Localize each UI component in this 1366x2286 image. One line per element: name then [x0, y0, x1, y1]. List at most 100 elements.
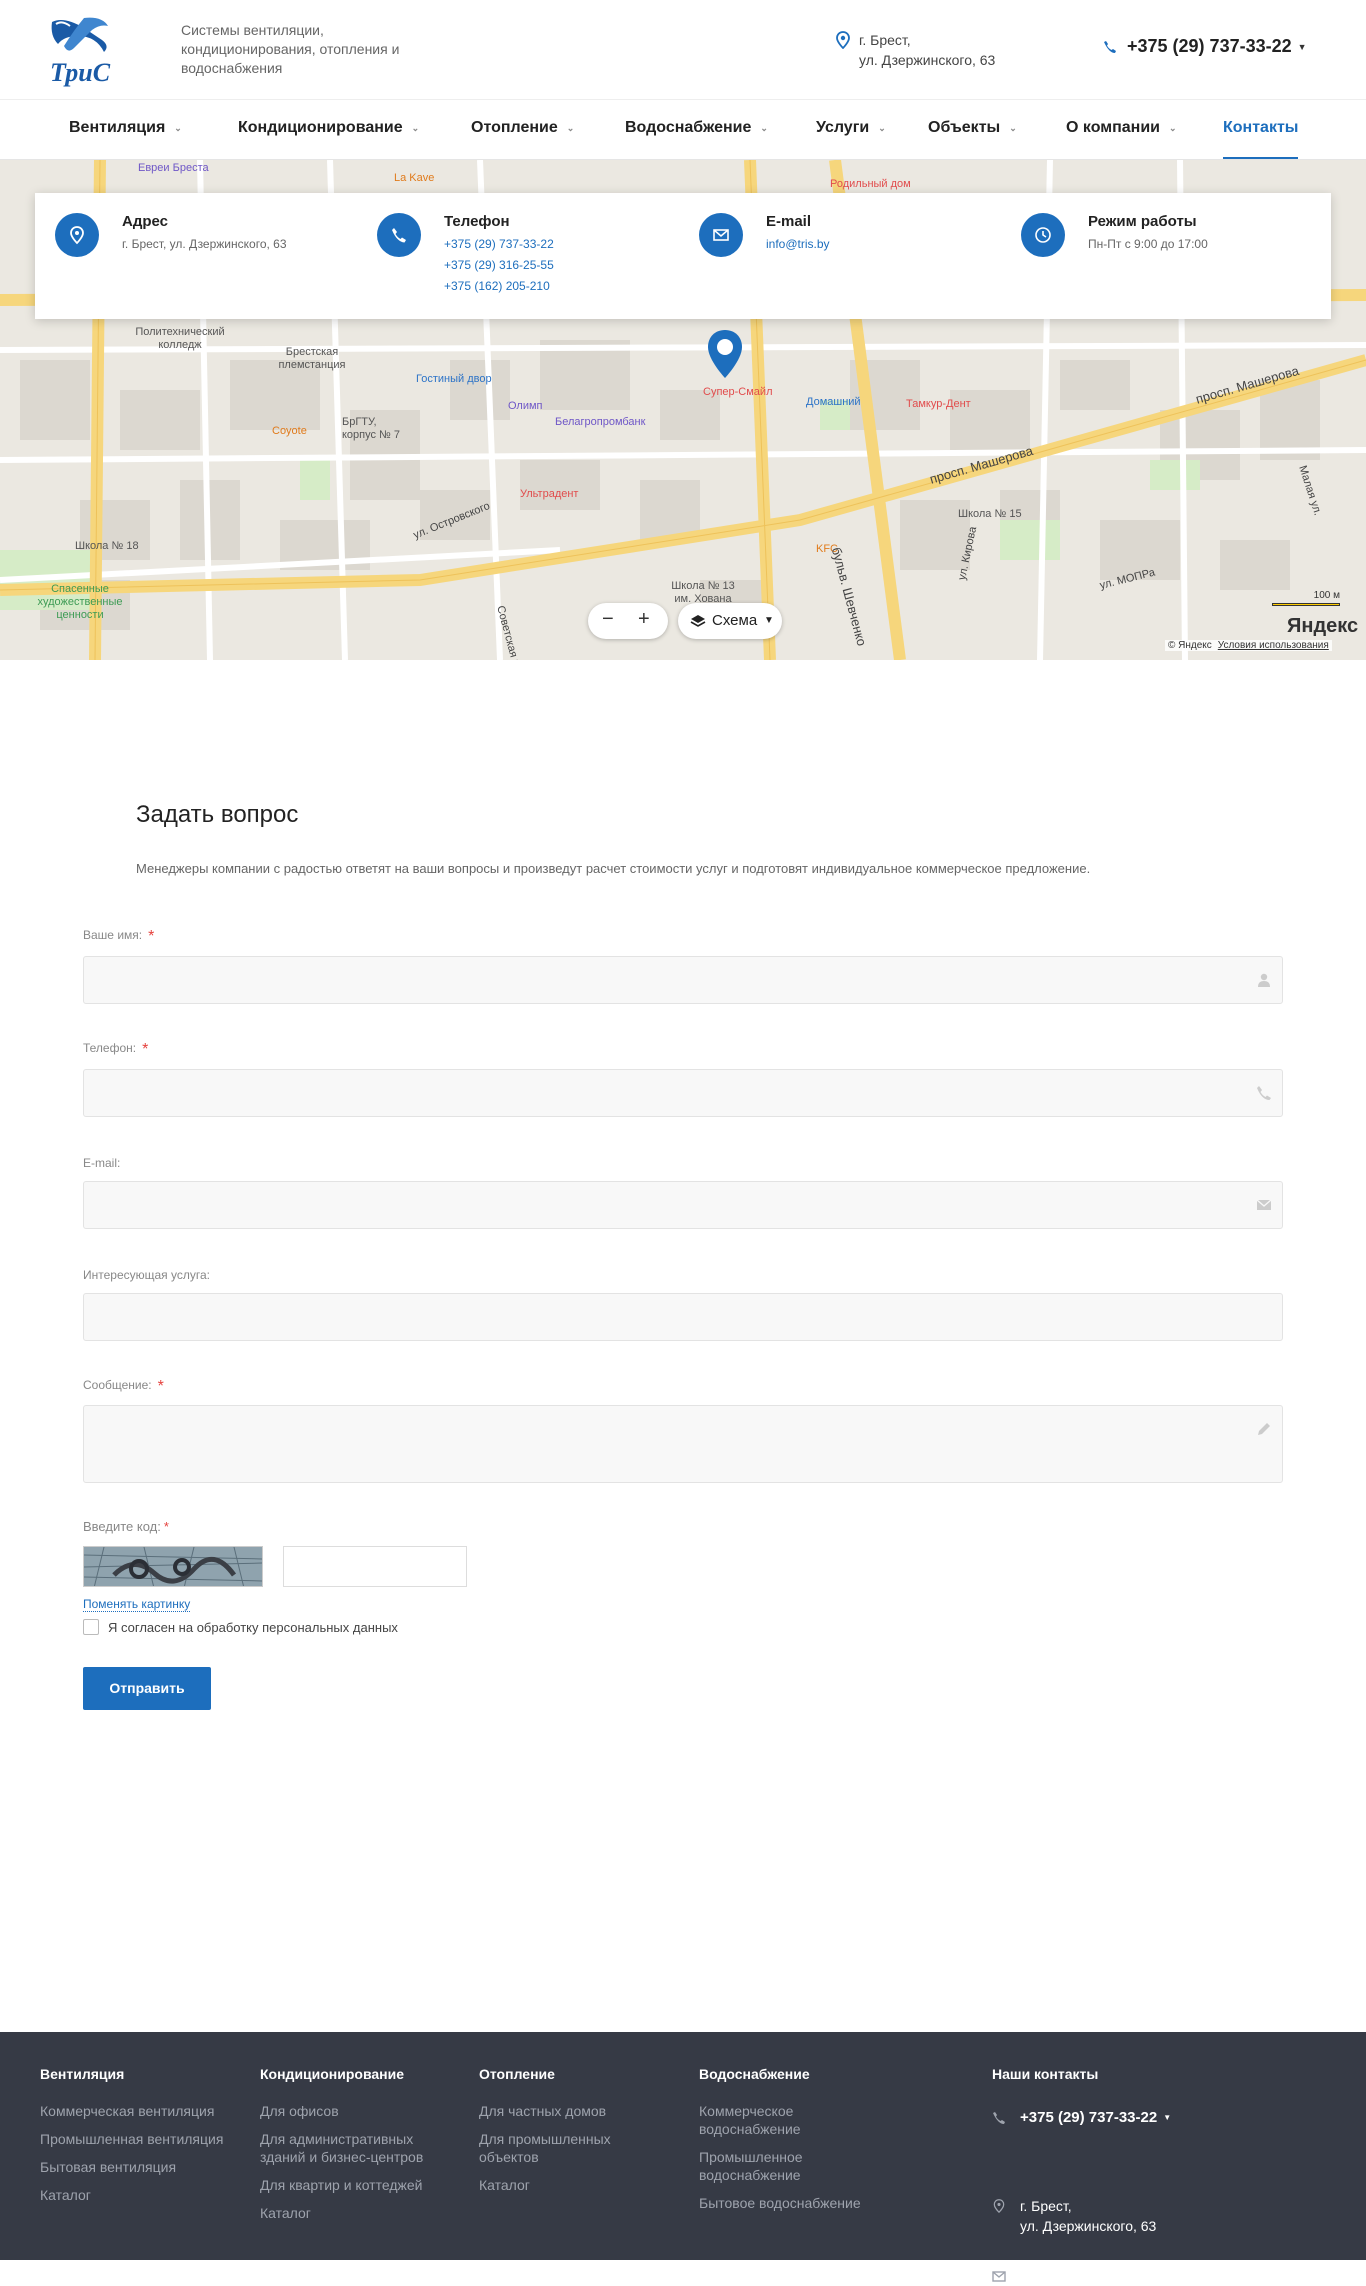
footer-contacts: Наши контакты +375 (29) 737-33-22 ▼ г. Б… [992, 2066, 1171, 2284]
nav-contacts[interactable]: Контакты [1223, 100, 1299, 159]
envelope-icon [1256, 1199, 1272, 1210]
footer-phone-number[interactable]: +375 (29) 737-33-22 [1020, 2108, 1157, 2128]
message-textarea[interactable] [83, 1405, 1283, 1483]
captcha-input[interactable] [283, 1546, 467, 1587]
map-label-lakave[interactable]: La Kave [394, 172, 434, 184]
contacts-phone-3[interactable]: +375 (162) 205-210 [444, 279, 550, 293]
phone-input[interactable] [83, 1069, 1283, 1117]
caret-down-icon: ▼ [764, 615, 774, 626]
footer-col-title[interactable]: Кондиционирование [260, 2066, 450, 2082]
footer-link[interactable]: Коммерческое водоснабжение [699, 2102, 829, 2138]
email-input[interactable] [83, 1181, 1283, 1229]
chevron-down-icon: ⌄ [411, 123, 420, 133]
footer-col-conditioning: Кондиционирование Для офисов Для админис… [260, 2066, 450, 2232]
service-input[interactable] [83, 1293, 1283, 1341]
nav-services[interactable]: Услуги ⌄ [816, 100, 886, 159]
contacts-phone-2[interactable]: +375 (29) 316-25-55 [444, 258, 554, 272]
consent-checkbox[interactable] [83, 1619, 99, 1635]
form-title: Задать вопрос [136, 801, 299, 828]
footer-link[interactable]: Для промышленных объектов [479, 2130, 639, 2166]
footer-col-title[interactable]: Водоснабжение [699, 2066, 879, 2082]
captcha-label: Введите код: * [83, 1519, 169, 1534]
footer-link[interactable]: Для офисов [260, 2102, 450, 2120]
zoom-control: − + [588, 603, 668, 639]
map-label-school18[interactable]: Школа № 18 [75, 540, 139, 552]
chevron-down-icon: ⌄ [1168, 123, 1177, 133]
header-phone-number[interactable]: +375 (29) 737-33-22 [1127, 36, 1292, 57]
contacts-email-value[interactable]: info@tris.by [766, 237, 830, 251]
email-label: E-mail: [83, 1156, 121, 1170]
footer-link[interactable]: Бытовое водоснабжение [699, 2194, 879, 2212]
nav-ventilation[interactable]: Вентиляция ⌄ [69, 100, 182, 159]
footer-col-title[interactable]: Вентиляция [40, 2066, 240, 2082]
phone-icon [993, 2112, 1005, 2124]
map-label-gostiny[interactable]: Гостиный двор [416, 373, 492, 385]
map-label-olimp[interactable]: Олимп [508, 400, 543, 412]
footer-phone[interactable]: +375 (29) 737-33-22 ▼ [992, 2108, 1171, 2128]
yandex-map[interactable]: Евреи Бреста La Kave Родильный дом Полит… [0, 160, 1366, 660]
footer-email[interactable]: info@tris.by [992, 2266, 1094, 2286]
user-icon [1258, 973, 1270, 987]
footer-link[interactable]: Каталог [260, 2204, 450, 2222]
contacts-card: Адрес г. Брест, ул. Дзержинского, 63 Тел… [35, 193, 1331, 319]
map-label-belagro[interactable]: Белагропромбанк [555, 416, 645, 428]
caret-down-icon[interactable]: ▼ [1298, 42, 1307, 52]
footer-link[interactable]: Промышленная вентиляция [40, 2130, 240, 2148]
map-layer-select[interactable]: Схема ▼ [678, 603, 782, 639]
nav-conditioning[interactable]: Кондиционирование ⌄ [238, 100, 419, 159]
envelope-icon [713, 229, 729, 241]
hours-circle [1021, 213, 1065, 257]
caret-down-icon[interactable]: ▼ [1163, 2108, 1171, 2128]
header-phone[interactable]: +375 (29) 737-33-22 ▼ [1103, 36, 1307, 57]
consent-label[interactable]: Я согласен на обработку персональных дан… [108, 1620, 398, 1635]
map-label-roddom[interactable]: Родильный дом [830, 178, 911, 190]
footer-link[interactable]: Промышленное водоснабжение [699, 2148, 829, 2184]
footer-link[interactable]: Для квартир и коттеджей [260, 2176, 450, 2194]
map-label-brgtu[interactable]: БрГТУ, корпус № 7 [342, 416, 412, 442]
footer-address-line2: ул. Дзержинского, 63 [1020, 2218, 1157, 2234]
map-label-spasennye[interactable]: Спасенные художественные ценности [30, 583, 130, 622]
map-copyright: © Яндекс Условия использования [1165, 640, 1332, 651]
map-scale: 100 м [1272, 590, 1340, 606]
map-marker-pin-icon[interactable] [705, 328, 745, 380]
map-label-evreni[interactable]: Евреи Бреста [138, 162, 209, 174]
map-label-politech[interactable]: Политехнический колледж [130, 326, 230, 352]
footer-col-title[interactable]: Отопление [479, 2066, 639, 2082]
nav-heating[interactable]: Отопление ⌄ [471, 100, 574, 159]
logo-text[interactable]: ТриС [50, 58, 110, 88]
zoom-in-button[interactable]: + [638, 608, 650, 631]
footer-link[interactable]: Для частных домов [479, 2102, 639, 2120]
yandex-logo[interactable]: Яндекс [1287, 615, 1358, 638]
footer-link[interactable]: Каталог [40, 2186, 240, 2204]
contacts-phone-1[interactable]: +375 (29) 737-33-22 [444, 237, 554, 251]
map-label-school15[interactable]: Школа № 15 [958, 508, 1022, 520]
map-label-domashny[interactable]: Домашний [806, 396, 861, 408]
footer-link[interactable]: Для административных зданий и бизнес-цен… [260, 2130, 450, 2166]
address-circle [55, 213, 99, 257]
map-label-ultradent[interactable]: Ультрадент [520, 488, 578, 500]
map-label-tamkur[interactable]: Тамкур-Дент [906, 398, 971, 410]
location-pin-icon [70, 226, 84, 245]
map-label-supersmile[interactable]: Супер-Смайл [703, 386, 773, 398]
location-pin-icon [836, 31, 850, 49]
footer-link[interactable]: Каталог [479, 2176, 639, 2194]
nav-about[interactable]: О компании ⌄ [1066, 100, 1177, 159]
contacts-hours-value: Пн-Пт с 9:00 до 17:00 [1088, 237, 1208, 251]
header-address-line1: г. Брест, [859, 32, 911, 48]
zoom-out-button[interactable]: − [602, 608, 614, 631]
nav-objects[interactable]: Объекты ⌄ [928, 100, 1017, 159]
footer-link[interactable]: Коммерческая вентиляция [40, 2102, 240, 2120]
name-input[interactable] [83, 956, 1283, 1004]
nav-water[interactable]: Водоснабжение ⌄ [625, 100, 768, 159]
captcha-image [83, 1546, 263, 1587]
phone-circle [377, 213, 421, 257]
submit-button[interactable]: Отправить [83, 1667, 211, 1710]
map-scale-bar [1272, 603, 1340, 606]
captcha-change-link[interactable]: Поменять картинку [83, 1597, 191, 1612]
map-label-plemstan[interactable]: Брестская племстанция [272, 346, 352, 372]
phone-icon [1104, 40, 1116, 53]
map-terms-link[interactable]: Условия использования [1218, 640, 1329, 651]
footer-link[interactable]: Бытовая вентиляция [40, 2158, 240, 2176]
map-label-coyote[interactable]: Coyote [272, 425, 307, 437]
footer-email-value[interactable]: info@tris.by [1020, 2266, 1094, 2286]
